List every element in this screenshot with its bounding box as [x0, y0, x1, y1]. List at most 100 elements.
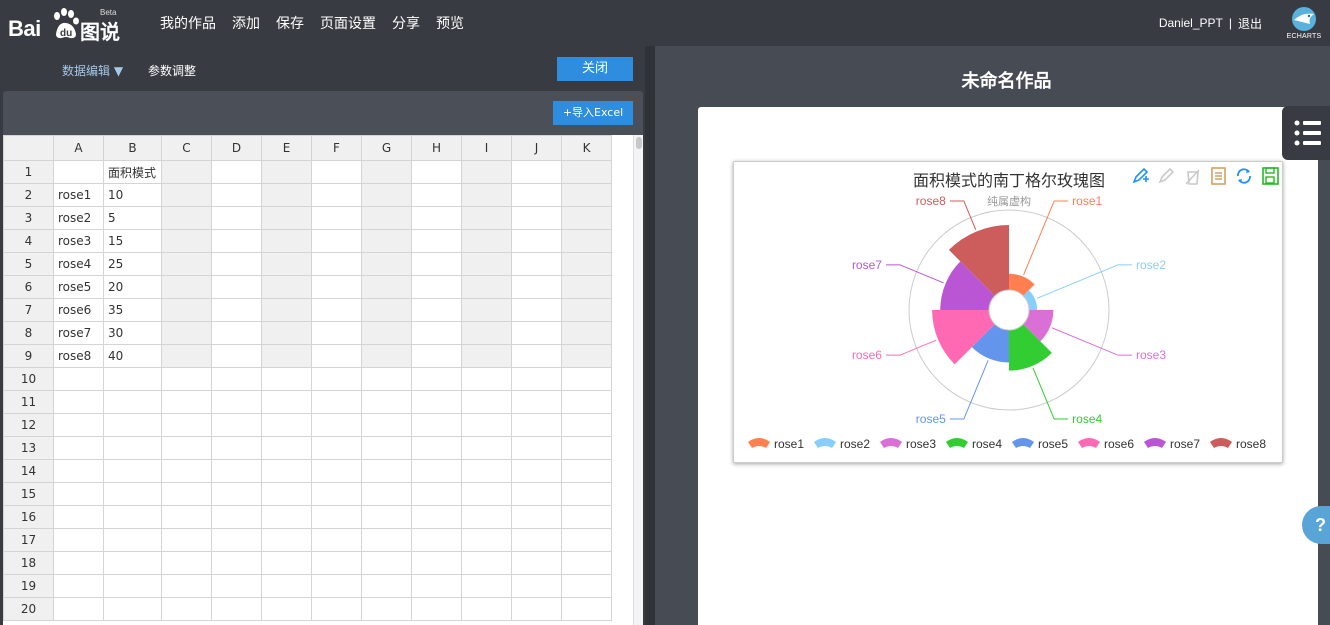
table-cell[interactable] — [311, 413, 362, 437]
table-cell[interactable] — [361, 344, 412, 368]
table-cell[interactable] — [411, 275, 462, 299]
table-cell[interactable] — [211, 459, 262, 483]
scrollbar-thumb[interactable] — [636, 137, 642, 149]
table-cell[interactable] — [103, 597, 162, 621]
table-cell[interactable] — [361, 597, 412, 621]
table-cell[interactable] — [511, 367, 562, 391]
table-cell[interactable] — [261, 505, 312, 529]
menu-button[interactable] — [1282, 106, 1330, 160]
row-header[interactable]: 11 — [3, 390, 54, 414]
table-cell[interactable] — [261, 367, 312, 391]
table-cell[interactable] — [461, 160, 512, 184]
table-cell[interactable] — [511, 275, 562, 299]
table-cell[interactable] — [461, 229, 512, 253]
table-cell[interactable] — [361, 160, 412, 184]
column-header[interactable]: C — [161, 135, 212, 161]
table-cell[interactable] — [161, 505, 212, 529]
table-cell[interactable] — [361, 482, 412, 506]
spreadsheet-scrollbar[interactable] — [633, 135, 643, 625]
column-header[interactable]: I — [461, 135, 512, 161]
row-header[interactable]: 14 — [3, 459, 54, 483]
table-cell[interactable] — [561, 321, 612, 345]
table-cell[interactable] — [411, 321, 462, 345]
table-cell[interactable] — [211, 390, 262, 414]
table-cell[interactable] — [53, 597, 104, 621]
data-view-icon[interactable] — [1208, 166, 1228, 186]
table-cell[interactable] — [261, 298, 312, 322]
table-cell[interactable] — [161, 459, 212, 483]
table-cell[interactable] — [511, 597, 562, 621]
baidu-tushuo-logo[interactable]: Bai du 图说 Beta — [8, 6, 123, 44]
table-cell[interactable] — [53, 551, 104, 575]
table-cell[interactable] — [53, 390, 104, 414]
legend-item-rose6[interactable]: rose6 — [1078, 437, 1134, 451]
table-cell[interactable] — [561, 597, 612, 621]
table-cell[interactable] — [261, 597, 312, 621]
restore-icon[interactable] — [1234, 166, 1254, 186]
table-cell[interactable] — [411, 344, 462, 368]
table-cell[interactable] — [361, 390, 412, 414]
table-cell[interactable]: 35 — [103, 298, 162, 322]
table-cell[interactable] — [561, 390, 612, 414]
table-cell[interactable] — [211, 413, 262, 437]
table-cell[interactable] — [411, 436, 462, 460]
table-cell[interactable] — [511, 344, 562, 368]
row-header[interactable]: 8 — [3, 321, 54, 345]
table-cell[interactable] — [161, 229, 212, 253]
mark-clear-icon[interactable] — [1182, 166, 1202, 186]
nav-share[interactable]: 分享 — [392, 13, 420, 33]
mark-icon[interactable] — [1130, 166, 1150, 186]
row-header[interactable]: 1 — [3, 160, 54, 184]
table-cell[interactable] — [161, 436, 212, 460]
table-cell[interactable] — [511, 160, 562, 184]
table-cell[interactable] — [461, 344, 512, 368]
table-cell[interactable] — [211, 344, 262, 368]
row-header[interactable]: 7 — [3, 298, 54, 322]
table-cell[interactable] — [311, 551, 362, 575]
table-cell[interactable] — [461, 206, 512, 230]
logout-link[interactable]: 退出 — [1238, 15, 1262, 32]
table-cell[interactable] — [311, 275, 362, 299]
table-cell[interactable] — [361, 551, 412, 575]
table-cell[interactable] — [311, 183, 362, 207]
table-cell[interactable] — [411, 551, 462, 575]
table-cell[interactable] — [461, 597, 512, 621]
table-cell[interactable] — [511, 459, 562, 483]
table-cell[interactable] — [261, 321, 312, 345]
table-cell[interactable] — [211, 298, 262, 322]
table-cell[interactable] — [461, 367, 512, 391]
table-cell[interactable] — [211, 528, 262, 552]
column-header[interactable]: G — [361, 135, 412, 161]
table-cell[interactable] — [461, 390, 512, 414]
table-cell[interactable] — [211, 551, 262, 575]
table-cell[interactable] — [461, 482, 512, 506]
table-cell[interactable] — [461, 413, 512, 437]
table-cell[interactable] — [261, 344, 312, 368]
column-header[interactable]: K — [561, 135, 612, 161]
table-cell[interactable] — [361, 574, 412, 598]
table-cell[interactable] — [511, 574, 562, 598]
table-cell[interactable] — [461, 275, 512, 299]
table-cell[interactable] — [561, 551, 612, 575]
table-cell[interactable] — [561, 206, 612, 230]
column-header[interactable]: D — [211, 135, 262, 161]
table-cell[interactable] — [211, 505, 262, 529]
legend-item-rose7[interactable]: rose7 — [1144, 437, 1200, 451]
work-title[interactable]: 未命名作品 — [655, 67, 1330, 93]
table-cell[interactable] — [361, 321, 412, 345]
table-cell[interactable] — [361, 367, 412, 391]
chart-card[interactable]: rose1 rose2 rose3 rose4 rose5 rose6 rose7 rose8… — [733, 161, 1283, 463]
legend-item-rose8[interactable]: rose8 — [1210, 437, 1266, 451]
table-cell[interactable] — [261, 390, 312, 414]
table-cell[interactable] — [411, 574, 462, 598]
table-cell[interactable] — [311, 459, 362, 483]
table-cell[interactable] — [261, 252, 312, 276]
table-cell[interactable]: rose7 — [53, 321, 104, 345]
table-cell[interactable] — [261, 160, 312, 184]
table-cell[interactable] — [211, 229, 262, 253]
table-cell[interactable] — [361, 183, 412, 207]
table-cell[interactable] — [211, 275, 262, 299]
import-excel-button[interactable]: +导入Excel — [553, 101, 633, 125]
legend-item-rose3[interactable]: rose3 — [880, 437, 936, 451]
corner-cell[interactable] — [3, 135, 54, 161]
